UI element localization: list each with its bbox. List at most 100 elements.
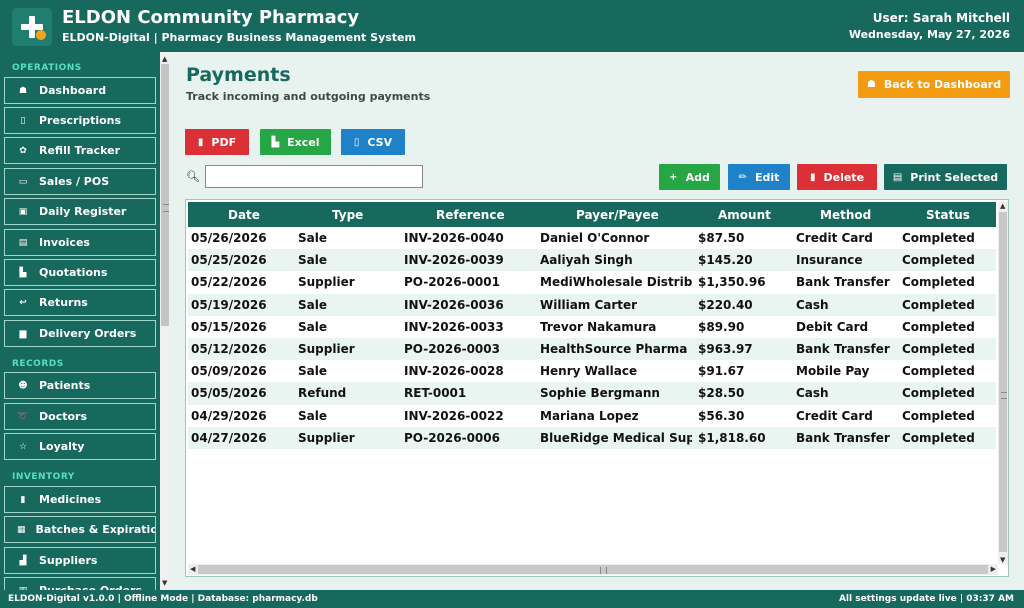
sidebar-item-daily-register[interactable]: ▣ Daily Register xyxy=(4,198,156,225)
add-label: Add xyxy=(685,170,710,184)
scroll-down-icon[interactable]: ▼ xyxy=(1000,556,1005,564)
column-header-date[interactable]: Date xyxy=(228,208,260,222)
sidebar-item-medicines[interactable]: ▮ Medicines xyxy=(4,486,156,513)
table-row[interactable]: 05/22/2026 Supplier PO-2026-0001 MediWholes… xyxy=(188,271,996,294)
cell-reference: INV-2026-0022 xyxy=(404,408,504,423)
pencil-icon: ✏ xyxy=(738,171,747,183)
page-subtitle: Track incoming and outgoing payments xyxy=(186,90,431,103)
card-icon: ▭ xyxy=(18,176,28,187)
edit-button[interactable]: ✏ Edit xyxy=(728,164,790,190)
status-bar: ELDON-Digital v1.0.0 | Offline Mode | Da… xyxy=(0,590,1024,608)
cell-type: Refund xyxy=(298,386,347,401)
delete-button[interactable]: ▮ Delete xyxy=(797,164,877,190)
print-selected-button[interactable]: ▤ Print Selected xyxy=(884,164,1007,190)
cell-reference: INV-2026-0028 xyxy=(404,364,504,379)
column-header-method[interactable]: Method xyxy=(820,208,871,222)
column-header-type[interactable]: Type xyxy=(332,208,363,222)
batch-icon: ▦ xyxy=(17,524,26,535)
export-csv-button[interactable]: ▯ CSV xyxy=(341,129,405,155)
cell-reference: PO-2026-0003 xyxy=(404,341,500,356)
sidebar-item-quotations[interactable]: ▙ Quotations xyxy=(4,259,156,286)
cell-amount: $89.90 xyxy=(698,319,745,334)
cell-status: Completed xyxy=(902,430,975,445)
sidebar-item-label: Returns xyxy=(39,296,88,309)
sidebar-item-batches-expiration[interactable]: ▦ Batches & Expiration xyxy=(4,516,156,543)
search-icon: 🔍︎ xyxy=(186,170,200,183)
table-row[interactable]: 05/25/2026 Sale INV-2026-0039 Aaliyah Singh… xyxy=(188,249,996,272)
column-header-payer-payee[interactable]: Payer/Payee xyxy=(576,208,659,222)
status-left: ELDON-Digital v1.0.0 | Offline Mode | Da… xyxy=(8,594,318,604)
cell-type: Sale xyxy=(298,364,327,379)
cell-payer-payee: Daniel O'Connor xyxy=(540,231,650,245)
cell-date: 04/29/2026 xyxy=(191,408,267,423)
column-header-amount[interactable]: Amount xyxy=(718,208,771,222)
sidebar-item-suppliers[interactable]: ▟ Suppliers xyxy=(4,547,156,574)
cell-payer-payee: HealthSource Pharma xyxy=(540,341,688,356)
app-header: ELDON Community Pharmacy ELDON-Digital |… xyxy=(0,0,1024,52)
cell-amount: $1,350.96 xyxy=(698,275,766,290)
table-row[interactable]: 05/15/2026 Sale INV-2026-0033 Trevor Nakamu… xyxy=(188,315,996,338)
cell-method: Cash xyxy=(796,386,829,401)
table-row[interactable]: 05/05/2026 Refund RET-0001 Sophie Bergmann $… xyxy=(188,382,996,405)
sidebar-item-delivery-orders[interactable]: ▆ Delivery Orders xyxy=(4,320,156,347)
cell-method: Credit Card xyxy=(796,231,873,245)
cell-date: 05/05/2026 xyxy=(191,386,267,401)
export-pdf-button[interactable]: ▮ PDF xyxy=(185,129,249,155)
cell-payer-payee: MediWholesale Distribut xyxy=(540,275,692,290)
sidebar-item-invoices[interactable]: ▤ Invoices xyxy=(4,229,156,256)
sidebar-item-label: Medicines xyxy=(39,493,102,506)
clipboard-icon: ▯ xyxy=(353,136,360,148)
scroll-right-icon[interactable]: ▶ xyxy=(991,565,996,573)
cell-amount: $145.20 xyxy=(698,253,753,268)
search-input[interactable] xyxy=(205,165,423,188)
scroll-up-icon[interactable]: ▲ xyxy=(162,55,167,63)
pill-icon: ▮ xyxy=(20,494,26,505)
scroll-left-icon[interactable]: ◀ xyxy=(190,565,195,573)
table-row[interactable]: 05/12/2026 Supplier PO-2026-0003 HealthSour… xyxy=(188,337,996,361)
cell-amount: $1,818.60 xyxy=(698,430,766,445)
column-header-status[interactable]: Status xyxy=(926,208,970,222)
sidebar-item-sales-pos[interactable]: ▭ Sales / POS xyxy=(4,168,156,195)
cell-date: 05/12/2026 xyxy=(191,341,267,356)
factory-icon: ▟ xyxy=(19,555,27,566)
sidebar-item-purchase-orders[interactable]: ▥Purchase Orders xyxy=(4,577,156,590)
sidebar-scroll-thumb[interactable] xyxy=(161,64,169,326)
table-body: 05/26/2026 Sale INV-2026-0040 Daniel O'Conn… xyxy=(188,227,996,449)
back-to-dashboard-button[interactable]: ☗ Back to Dashboard xyxy=(858,71,1010,98)
cell-date: 05/26/2026 xyxy=(191,231,267,245)
current-user: User: Sarah Mitchell xyxy=(872,11,1010,25)
sidebar-item-doctors[interactable]: ➰ Doctors xyxy=(4,403,156,430)
sidebar-item-loyalty[interactable]: ☆ Loyalty xyxy=(4,433,156,460)
table-row[interactable]: 04/27/2026 Supplier PO-2026-0006 BlueRidge … xyxy=(188,426,996,449)
table-vscroll-thumb[interactable] xyxy=(999,212,1007,552)
delete-label: Delete xyxy=(823,170,865,184)
scroll-up-icon[interactable]: ▲ xyxy=(1000,202,1005,210)
refresh-icon: ✿ xyxy=(19,145,27,156)
table-row[interactable]: 05/19/2026 Sale INV-2026-0036 William Carte… xyxy=(188,293,996,316)
table-vertical-scrollbar[interactable]: ▲ ▼ xyxy=(998,202,1008,564)
add-button[interactable]: + Add xyxy=(659,164,720,190)
sidebar-item-returns[interactable]: ↩ Returns xyxy=(4,289,156,316)
cell-amount: $220.40 xyxy=(698,297,753,312)
table-row[interactable]: 05/09/2026 Sale INV-2026-0028 Henry Wallace… xyxy=(188,360,996,383)
cell-payer-payee: Henry Wallace xyxy=(540,364,638,379)
cell-type: Sale xyxy=(298,319,327,334)
cell-status: Completed xyxy=(902,297,975,312)
sidebar-item-refill-tracker[interactable]: ✿ Refill Tracker xyxy=(4,137,156,164)
table-hscroll-thumb[interactable] xyxy=(198,565,988,574)
table-row[interactable]: 04/29/2026 Sale INV-2026-0022 Mariana Lopez… xyxy=(188,404,996,427)
table-row[interactable]: 05/26/2026 Sale INV-2026-0040 Daniel O'Conn… xyxy=(188,227,996,250)
sidebar-item-patients[interactable]: ☻ Patients xyxy=(4,372,156,399)
csv-label: CSV xyxy=(367,135,393,149)
column-header-reference[interactable]: Reference xyxy=(436,208,505,222)
scroll-down-icon[interactable]: ▼ xyxy=(162,579,167,587)
cell-type: Sale xyxy=(298,408,327,423)
back-label: Back to Dashboard xyxy=(883,78,1002,91)
sidebar-item-label: Delivery Orders xyxy=(39,327,137,340)
sidebar-item-dashboard[interactable]: ☗ Dashboard xyxy=(4,77,156,104)
cell-status: Completed xyxy=(902,253,975,268)
table-horizontal-scrollbar[interactable]: ◀ ▶ xyxy=(188,564,998,575)
sidebar-scrollbar[interactable]: ▲ ▼ xyxy=(160,52,170,590)
sidebar-item-prescriptions[interactable]: ▯ Prescriptions xyxy=(4,107,156,134)
export-excel-button[interactable]: ▙ Excel xyxy=(260,129,331,155)
